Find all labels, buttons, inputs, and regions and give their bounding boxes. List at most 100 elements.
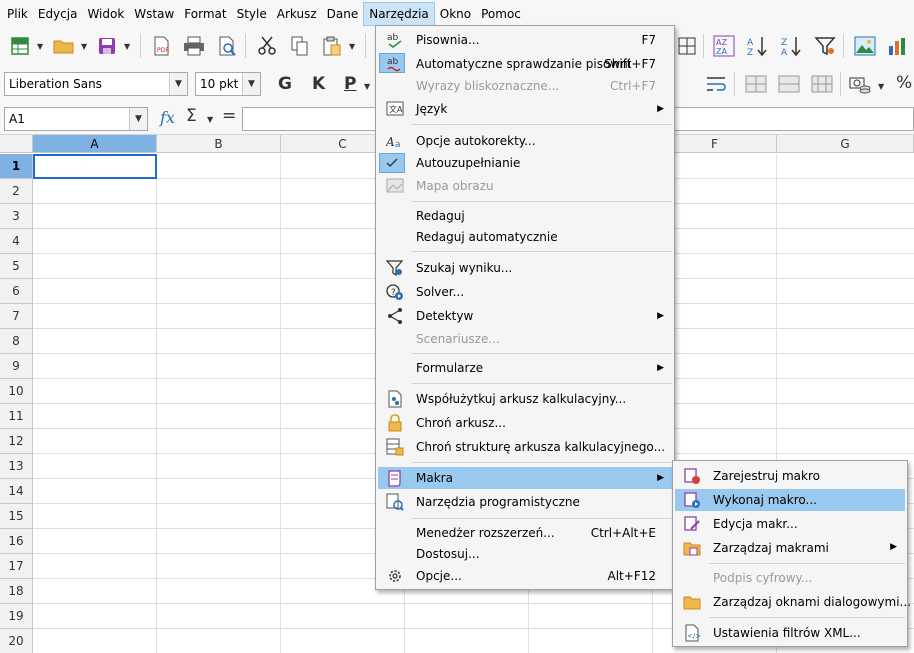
copy-icon[interactable] (288, 34, 312, 58)
sort-descending-icon[interactable]: ZA (779, 34, 803, 58)
bold-button[interactable]: G (278, 74, 292, 94)
row-header[interactable]: 8 (0, 329, 33, 354)
row-header[interactable]: 5 (0, 254, 33, 279)
new-dropdown-icon[interactable]: ▼ (37, 42, 43, 51)
autofilter-icon[interactable] (813, 34, 837, 58)
menu-sheet[interactable]: Arkusz (272, 2, 322, 26)
chevron-down-icon[interactable]: ▼ (129, 108, 147, 130)
font-size-combo[interactable]: 10 pkt ▼ (195, 72, 261, 96)
row-header[interactable]: 19 (0, 604, 33, 629)
row-header[interactable]: 3 (0, 204, 33, 229)
menu-edit[interactable]: Edycja (33, 2, 83, 26)
sum-dropdown-icon[interactable]: ▼ (207, 115, 213, 124)
menu-help[interactable]: Pomoc (476, 2, 526, 26)
menu-item-spelling[interactable]: ab Pisownia... F7 (378, 29, 672, 51)
row-header[interactable]: 14 (0, 479, 33, 504)
insert-image-icon[interactable] (853, 34, 877, 58)
menu-data[interactable]: Dane (322, 2, 364, 26)
open-folder-icon[interactable] (52, 34, 76, 58)
submenu-item-edit-macros[interactable]: Edycja makr... (675, 513, 905, 535)
menu-item-extension-manager[interactable]: Menedżer rozszerzeń... Ctrl+Alt+E (378, 522, 672, 544)
menu-item-language[interactable]: 文A Język ▶ (378, 98, 672, 120)
row-header[interactable]: 6 (0, 279, 33, 304)
menu-styles[interactable]: Style (232, 2, 272, 26)
menu-file[interactable]: Plik (2, 2, 33, 26)
row-header[interactable]: 16 (0, 529, 33, 554)
name-box[interactable]: A1 ▼ (4, 107, 148, 131)
function-wizard-icon[interactable]: fx (160, 108, 175, 127)
menu-item-solver[interactable]: ? Solver... (378, 281, 672, 303)
row-header[interactable]: 2 (0, 179, 33, 204)
row-header[interactable]: 4 (0, 229, 33, 254)
row-header[interactable]: 12 (0, 429, 33, 454)
print-preview-icon[interactable] (215, 34, 239, 58)
row-header[interactable]: 18 (0, 579, 33, 604)
row-header[interactable]: 15 (0, 504, 33, 529)
menu-item-protect-sheet[interactable]: Chroń arkusz... (378, 412, 672, 434)
menu-item-goal-seek[interactable]: Szukaj wyniku... (378, 257, 672, 279)
column-header[interactable]: A (33, 135, 157, 153)
menu-item-developer-tools[interactable]: Narzędzia programistyczne (378, 491, 672, 513)
formula-icon[interactable]: = (222, 106, 236, 126)
submenu-item-record-macro[interactable]: Zarejestruj makro (675, 465, 905, 487)
row-header[interactable]: 1 (0, 154, 33, 179)
menu-item-protect-structure[interactable]: Chroń strukturę arkusza kalkulacyjnego..… (378, 436, 672, 458)
menu-item-auto-redact[interactable]: Redaguj automatycznie (378, 226, 672, 248)
borders-icon[interactable] (675, 34, 699, 58)
menu-item-redact[interactable]: Redaguj (378, 205, 672, 227)
underline-button[interactable]: P (344, 74, 356, 94)
select-all-corner[interactable] (0, 135, 33, 153)
merge-cells-icon[interactable] (744, 72, 768, 96)
underline-dropdown-icon[interactable]: ▼ (364, 82, 370, 91)
row-header[interactable]: 9 (0, 354, 33, 379)
row-header[interactable]: 20 (0, 629, 33, 653)
menu-item-auto-spellcheck[interactable]: ab Automatyczne sprawdzanie pisowni Shif… (378, 53, 672, 75)
cell-cursor[interactable] (33, 154, 157, 179)
row-header[interactable]: 13 (0, 454, 33, 479)
sort-ascending-icon[interactable]: AZ (745, 34, 769, 58)
chevron-down-icon[interactable]: ▼ (242, 73, 260, 95)
menu-item-autocorrect[interactable]: Aa Opcje autokorekty... (378, 130, 672, 152)
menu-view[interactable]: Widok (82, 2, 129, 26)
row-header[interactable]: 10 (0, 379, 33, 404)
row-header[interactable]: 11 (0, 404, 33, 429)
print-icon[interactable] (182, 34, 206, 58)
wrap-text-icon[interactable] (704, 72, 728, 96)
menu-insert[interactable]: Wstaw (129, 2, 179, 26)
row-header[interactable]: 17 (0, 554, 33, 579)
italic-button[interactable]: K (312, 74, 325, 94)
column-header[interactable]: G (777, 135, 914, 153)
menu-window[interactable]: Okno (435, 2, 476, 26)
menu-item-autoinput[interactable]: Autouzupełnianie (378, 152, 672, 174)
open-dropdown-icon[interactable]: ▼ (81, 42, 87, 51)
currency-format-icon[interactable] (848, 72, 872, 96)
merge-center-icon[interactable] (777, 72, 801, 96)
menu-item-forms[interactable]: Formularze ▶ (378, 357, 672, 379)
sum-icon[interactable]: Σ (186, 106, 197, 126)
menu-format[interactable]: Format (179, 2, 231, 26)
menu-tools[interactable]: Narzędzia (363, 1, 435, 26)
insert-chart-icon[interactable] (886, 34, 910, 58)
chevron-down-icon[interactable]: ▼ (169, 73, 187, 95)
new-spreadsheet-icon[interactable] (8, 34, 32, 58)
save-dropdown-icon[interactable]: ▼ (124, 42, 130, 51)
menu-item-macros[interactable]: Makra ▶ (378, 467, 672, 489)
submenu-item-manage-dialogs[interactable]: Zarządzaj oknami dialogowymi... (675, 591, 911, 613)
column-header[interactable]: B (157, 135, 281, 153)
menu-item-customize[interactable]: Dostosuj... (378, 543, 672, 565)
export-pdf-icon[interactable]: PDF (149, 34, 173, 58)
currency-dropdown-icon[interactable]: ▼ (878, 82, 884, 91)
paste-dropdown-icon[interactable]: ▼ (349, 42, 355, 51)
font-name-combo[interactable]: Liberation Sans ▼ (4, 72, 188, 96)
cut-icon[interactable] (255, 34, 279, 58)
row-header[interactable]: 7 (0, 304, 33, 329)
percent-format-icon[interactable]: % (896, 73, 912, 93)
sort-icon[interactable]: AZ ZA (712, 34, 736, 58)
menu-item-options[interactable]: Opcje... Alt+F12 (378, 565, 672, 587)
submenu-item-xml-filters[interactable]: </> Ustawienia filtrów XML... (675, 622, 905, 644)
submenu-item-organize-macros[interactable]: Zarządzaj makrami ▶ (675, 537, 905, 559)
submenu-item-run-macro[interactable]: Wykonaj makro... (675, 489, 905, 511)
menu-item-share-spreadsheet[interactable]: Współużytkuj arkusz kalkulacyjny... (378, 388, 672, 410)
paste-icon[interactable] (320, 34, 344, 58)
menu-item-detective[interactable]: Detektyw ▶ (378, 305, 672, 327)
